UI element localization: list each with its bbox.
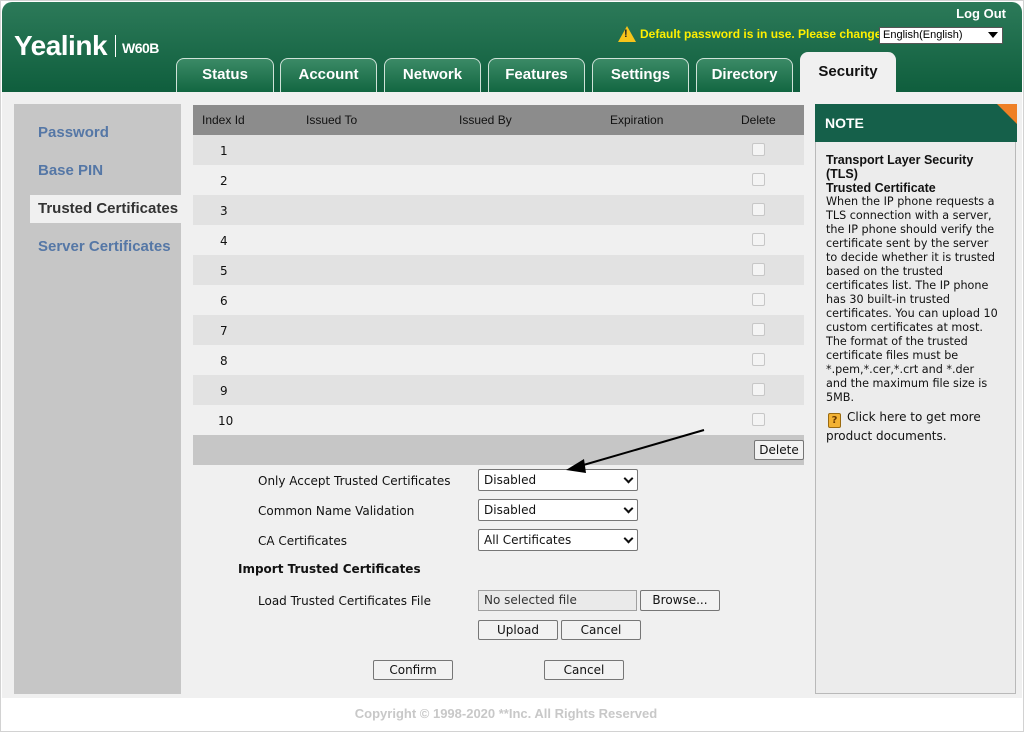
delete-bar <box>193 435 804 465</box>
delete-checkbox[interactable] <box>752 323 765 336</box>
table-row: 6 <box>193 285 804 315</box>
row-index: 3 <box>220 204 228 218</box>
table-row: 2 <box>193 165 804 195</box>
header-issued-by: Issued By <box>459 113 512 127</box>
delete-checkbox[interactable] <box>752 173 765 186</box>
delete-checkbox[interactable] <box>752 263 765 276</box>
delete-checkbox[interactable] <box>752 353 765 366</box>
product-documents-text: Click here to get more product documents… <box>826 410 981 443</box>
header-expiration: Expiration <box>610 113 664 127</box>
tab-directory[interactable]: Directory <box>696 58 793 92</box>
delete-checkbox[interactable] <box>752 203 765 216</box>
load-file-label: Load Trusted Certificates File <box>258 594 431 608</box>
sidebar-item-password[interactable]: Password <box>14 119 181 147</box>
chevron-down-icon <box>623 473 634 484</box>
model-name: W60B <box>122 40 159 56</box>
tab-security[interactable]: Security <box>800 52 896 92</box>
only-accept-select[interactable]: Disabled <box>478 469 638 491</box>
yealink-logo: Yealink W60B <box>14 30 159 62</box>
row-index: 7 <box>220 324 228 338</box>
sidebar-item-base-pin[interactable]: Base PIN <box>14 157 181 185</box>
only-accept-label: Only Accept Trusted Certificates <box>258 474 451 488</box>
tab-account[interactable]: Account <box>280 58 377 92</box>
table-row: 4 <box>193 225 804 255</box>
note-body: When the IP phone requests a TLS connect… <box>826 195 998 404</box>
row-index: 5 <box>220 264 228 278</box>
file-path-field: No selected file <box>478 590 637 611</box>
delete-checkbox[interactable] <box>752 143 765 156</box>
delete-checkbox[interactable] <box>752 233 765 246</box>
browse-button[interactable]: Browse... <box>640 590 720 611</box>
tab-status[interactable]: Status <box>176 58 274 92</box>
default-password-warning: ! Default password is in use. Please cha… <box>618 26 885 42</box>
table-row: 8 <box>193 345 804 375</box>
sidebar <box>14 104 181 694</box>
tab-features[interactable]: Features <box>488 58 585 92</box>
ca-certificates-select[interactable]: All Certificates <box>478 529 638 551</box>
header-delete: Delete <box>741 113 776 127</box>
table-row: 7 <box>193 315 804 345</box>
table-row: 9 <box>193 375 804 405</box>
table-header: Index Id Issued To Issued By Expiration … <box>193 105 804 135</box>
delete-checkbox[interactable] <box>752 293 765 306</box>
row-index: 1 <box>220 144 228 158</box>
header-issued-to: Issued To <box>306 113 358 127</box>
tab-network[interactable]: Network <box>384 58 481 92</box>
header-index-id: Index Id <box>202 113 245 127</box>
logo-text: Yealink <box>14 30 108 61</box>
table-row: 3 <box>193 195 804 225</box>
note-title: Transport Layer Security (TLS) <box>826 153 974 181</box>
import-section-title: Import Trusted Certificates <box>238 562 421 576</box>
only-accept-value: Disabled <box>484 473 537 487</box>
warning-text: Default password is in use. Please chang… <box>640 27 886 41</box>
row-index: 6 <box>220 294 228 308</box>
delete-checkbox[interactable] <box>752 383 765 396</box>
common-name-select[interactable]: Disabled <box>478 499 638 521</box>
sidebar-item-server-certificates[interactable]: Server Certificates <box>14 233 181 261</box>
chevron-down-icon <box>623 533 634 544</box>
table-row: 1 <box>193 135 804 165</box>
tab-settings[interactable]: Settings <box>592 58 689 92</box>
row-index: 9 <box>220 384 228 398</box>
warning-icon: ! <box>618 26 636 42</box>
cancel-button[interactable]: Cancel <box>544 660 624 680</box>
chevron-down-icon <box>623 503 634 514</box>
language-value: English(English) <box>883 29 963 41</box>
product-documents-link[interactable]: ? Click here to get more product document… <box>826 409 1001 444</box>
upload-button[interactable]: Upload <box>478 620 558 640</box>
row-index: 10 <box>218 414 234 428</box>
note-corner-decoration <box>997 104 1017 124</box>
note-heading: NOTE <box>815 104 1017 142</box>
logo-divider <box>115 35 117 57</box>
language-select[interactable]: English(English) <box>879 27 1003 44</box>
copyright-footer: Copyright © 1998-2020 **Inc. All Rights … <box>354 706 658 721</box>
chevron-down-icon <box>988 32 998 38</box>
delete-checkbox[interactable] <box>752 413 765 426</box>
note-subtitle: Trusted Certificate <box>826 181 936 195</box>
row-index: 4 <box>220 234 228 248</box>
logout-link[interactable]: Log Out <box>956 6 1006 21</box>
cancel-upload-button[interactable]: Cancel <box>561 620 641 640</box>
row-index: 8 <box>220 354 228 368</box>
delete-button[interactable]: Delete <box>754 440 804 460</box>
table-row: 5 <box>193 255 804 285</box>
table-row: 10 <box>193 405 804 435</box>
common-name-label: Common Name Validation <box>258 504 415 518</box>
document-icon: ? <box>828 413 841 428</box>
row-index: 2 <box>220 174 228 188</box>
sidebar-item-trusted-certificates[interactable]: Trusted Certificates <box>30 195 192 223</box>
ca-certificates-value: All Certificates <box>484 533 572 547</box>
common-name-value: Disabled <box>484 503 537 517</box>
ca-certificates-label: CA Certificates <box>258 534 347 548</box>
confirm-button[interactable]: Confirm <box>373 660 453 680</box>
